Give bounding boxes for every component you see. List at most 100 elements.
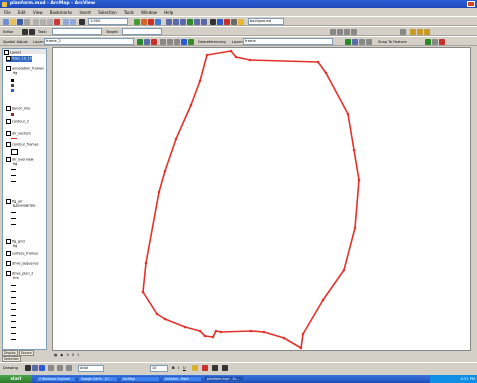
vertex-marker[interactable]	[249, 329, 253, 333]
vertex-marker[interactable]	[141, 290, 145, 294]
layer-checkbox[interactable]	[6, 106, 11, 111]
back-extent-icon[interactable]	[194, 19, 200, 25]
vertex-marker[interactable]	[229, 49, 233, 53]
delete-icon[interactable]	[54, 19, 60, 25]
layer-checkbox[interactable]	[6, 261, 11, 266]
map-view[interactable]	[52, 47, 471, 351]
toc-item[interactable]: fig	[13, 162, 17, 167]
map-scale-field[interactable]: 1:500	[88, 18, 128, 25]
sketch-tool-icon[interactable]	[29, 29, 35, 35]
tool-a-icon[interactable]	[410, 29, 416, 35]
line-tool-icon[interactable]	[66, 365, 72, 371]
toc-item[interactable]: dir_vectors	[6, 131, 31, 137]
measure-icon[interactable]	[231, 19, 237, 25]
toc-item[interactable]: drive_plan_2	[6, 271, 33, 277]
taskbar-item[interactable]: Untitled - Paint	[162, 376, 202, 382]
refresh-icon[interactable]: ↻	[66, 353, 69, 357]
editor-toolbar-icon[interactable]	[134, 19, 140, 25]
snap-close-icon[interactable]	[439, 39, 445, 45]
taskbar-item[interactable]: ArcMap	[120, 376, 160, 382]
drawing-menu[interactable]: Drawing	[3, 364, 18, 372]
vertex-marker[interactable]	[211, 335, 215, 339]
vertex-marker[interactable]	[198, 79, 202, 83]
layer-checkbox[interactable]	[6, 199, 11, 204]
rectangle-icon[interactable]	[48, 365, 54, 371]
toc-item[interactable]: dir_overview	[6, 157, 34, 163]
taskbar-item[interactable]: planform.mxd - Ar...	[204, 376, 244, 382]
editor-menu[interactable]: Editor	[3, 28, 14, 36]
menu-view[interactable]: View	[33, 10, 43, 15]
vertex-marker[interactable]	[282, 336, 286, 340]
start-button[interactable]: start	[0, 375, 32, 383]
vertex-marker[interactable]	[219, 330, 223, 334]
layers-expand-icon[interactable]	[4, 50, 9, 55]
add-data-icon[interactable]	[79, 19, 85, 25]
data-view-icon[interactable]: ◉	[60, 353, 63, 357]
adjust-icon[interactable]	[144, 39, 150, 45]
tab-source[interactable]: Source	[18, 350, 34, 356]
fit-to-display-icon[interactable]	[345, 39, 351, 45]
layer-checkbox[interactable]	[6, 119, 11, 124]
menu-file[interactable]: File	[4, 10, 11, 15]
identify-icon[interactable]	[217, 19, 223, 25]
menu-window[interactable]: Window	[141, 10, 157, 15]
vertex-marker[interactable]	[183, 325, 187, 329]
font-dropdown[interactable]: Arial	[78, 365, 104, 372]
vertex-marker[interactable]	[301, 332, 305, 336]
print-icon[interactable]	[24, 19, 30, 25]
find-icon[interactable]	[224, 19, 230, 25]
polygon-outline[interactable]	[142, 50, 360, 349]
underline-button[interactable]: U	[183, 364, 186, 372]
layer-checkbox[interactable]	[6, 239, 11, 244]
snap-options-icon[interactable]	[432, 39, 438, 45]
multi-link-icon[interactable]	[181, 39, 187, 45]
vertex-marker[interactable]	[189, 103, 193, 107]
rotate-element-icon[interactable]	[32, 365, 38, 371]
layout-view-icon[interactable]: ▦	[54, 353, 57, 357]
hyperlink-icon[interactable]	[238, 19, 244, 25]
menu-tools[interactable]: Tools	[124, 10, 134, 15]
attributes-icon[interactable]	[344, 29, 350, 35]
toc-item[interactable]: drive_sequence	[6, 261, 39, 267]
pan-icon[interactable]	[180, 19, 186, 25]
toc-item[interactable]: contour_2	[6, 119, 29, 125]
menu-selection[interactable]: Selection	[98, 10, 116, 15]
help-icon[interactable]	[155, 19, 161, 25]
split-tool-icon[interactable]	[330, 29, 336, 35]
marker-color-icon[interactable]	[222, 365, 228, 371]
target-dropdown[interactable]	[122, 28, 162, 35]
paste-icon[interactable]	[47, 19, 53, 25]
vertex-marker[interactable]	[342, 268, 346, 272]
menu-edit[interactable]: Edit	[18, 10, 26, 15]
links-table-icon[interactable]	[160, 39, 166, 45]
identity-link-icon[interactable]	[174, 39, 180, 45]
new-displacement-icon[interactable]	[137, 39, 143, 45]
vertex-marker[interactable]	[234, 55, 238, 59]
spatial-adjust-menu[interactable]: Spatial Adjust	[3, 38, 28, 46]
layer-checkbox[interactable]	[6, 66, 11, 71]
vertex-marker[interactable]	[299, 346, 303, 350]
vertex-marker[interactable]	[163, 317, 167, 321]
zoom-whole-page-icon[interactable]	[39, 365, 45, 371]
toc-item[interactable]: fig	[13, 244, 17, 249]
toc-item[interactable]: annotation_frames	[6, 66, 44, 72]
edit-tool-icon[interactable]	[22, 29, 28, 35]
add-control-points-icon[interactable]	[359, 39, 365, 45]
zoom-out-icon[interactable]	[173, 19, 179, 25]
redo-icon[interactable]	[70, 19, 76, 25]
attribute-transfer-icon[interactable]	[188, 39, 194, 45]
layer-checkbox[interactable]	[6, 142, 11, 147]
vertex-marker[interactable]	[353, 226, 357, 230]
preview-icon[interactable]	[151, 39, 157, 45]
vertex-marker[interactable]	[346, 112, 350, 116]
vertex-marker[interactable]	[198, 329, 202, 333]
vertex-marker[interactable]	[157, 190, 161, 194]
toc-item[interactable]: contour_frames	[6, 142, 39, 148]
layer-checkbox[interactable]	[6, 56, 11, 61]
copy-icon[interactable]	[40, 19, 46, 25]
layer-checkbox[interactable]	[6, 157, 11, 162]
sketch-properties-icon[interactable]	[351, 29, 357, 35]
menu-bookmarks[interactable]: Bookmarks	[50, 10, 72, 15]
full-extent-icon[interactable]	[187, 19, 193, 25]
taskbar-item[interactable]: Google Earth - [G...	[78, 376, 118, 382]
